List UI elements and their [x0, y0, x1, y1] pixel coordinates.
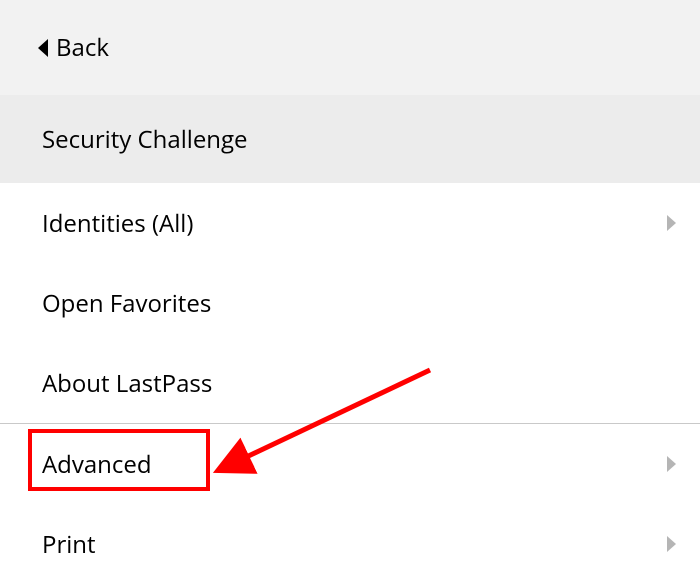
- menu-item-about-lastpass[interactable]: About LastPass: [0, 343, 700, 423]
- back-arrow-icon: [38, 39, 48, 57]
- menu-item-print[interactable]: Print: [0, 504, 700, 584]
- back-label: Back: [56, 31, 109, 64]
- menu-item-label: Open Favorites: [42, 287, 676, 320]
- menu-item-label: About LastPass: [42, 367, 676, 400]
- menu-item-label: Identities (All): [42, 207, 667, 240]
- menu-item-label: Security Challenge: [42, 123, 676, 156]
- menu-item-open-favorites[interactable]: Open Favorites: [0, 263, 700, 343]
- menu-item-label: Print: [42, 528, 667, 561]
- chevron-right-icon: [667, 456, 676, 472]
- menu-list: Security Challenge Identities (All) Open…: [0, 95, 700, 584]
- menu-item-advanced[interactable]: Advanced: [0, 424, 700, 504]
- menu-item-label: Advanced: [42, 448, 667, 481]
- menu-item-security-challenge[interactable]: Security Challenge: [0, 95, 700, 183]
- chevron-right-icon: [667, 215, 676, 231]
- chevron-right-icon: [667, 536, 676, 552]
- menu-item-identities[interactable]: Identities (All): [0, 183, 700, 263]
- back-button[interactable]: Back: [0, 0, 700, 95]
